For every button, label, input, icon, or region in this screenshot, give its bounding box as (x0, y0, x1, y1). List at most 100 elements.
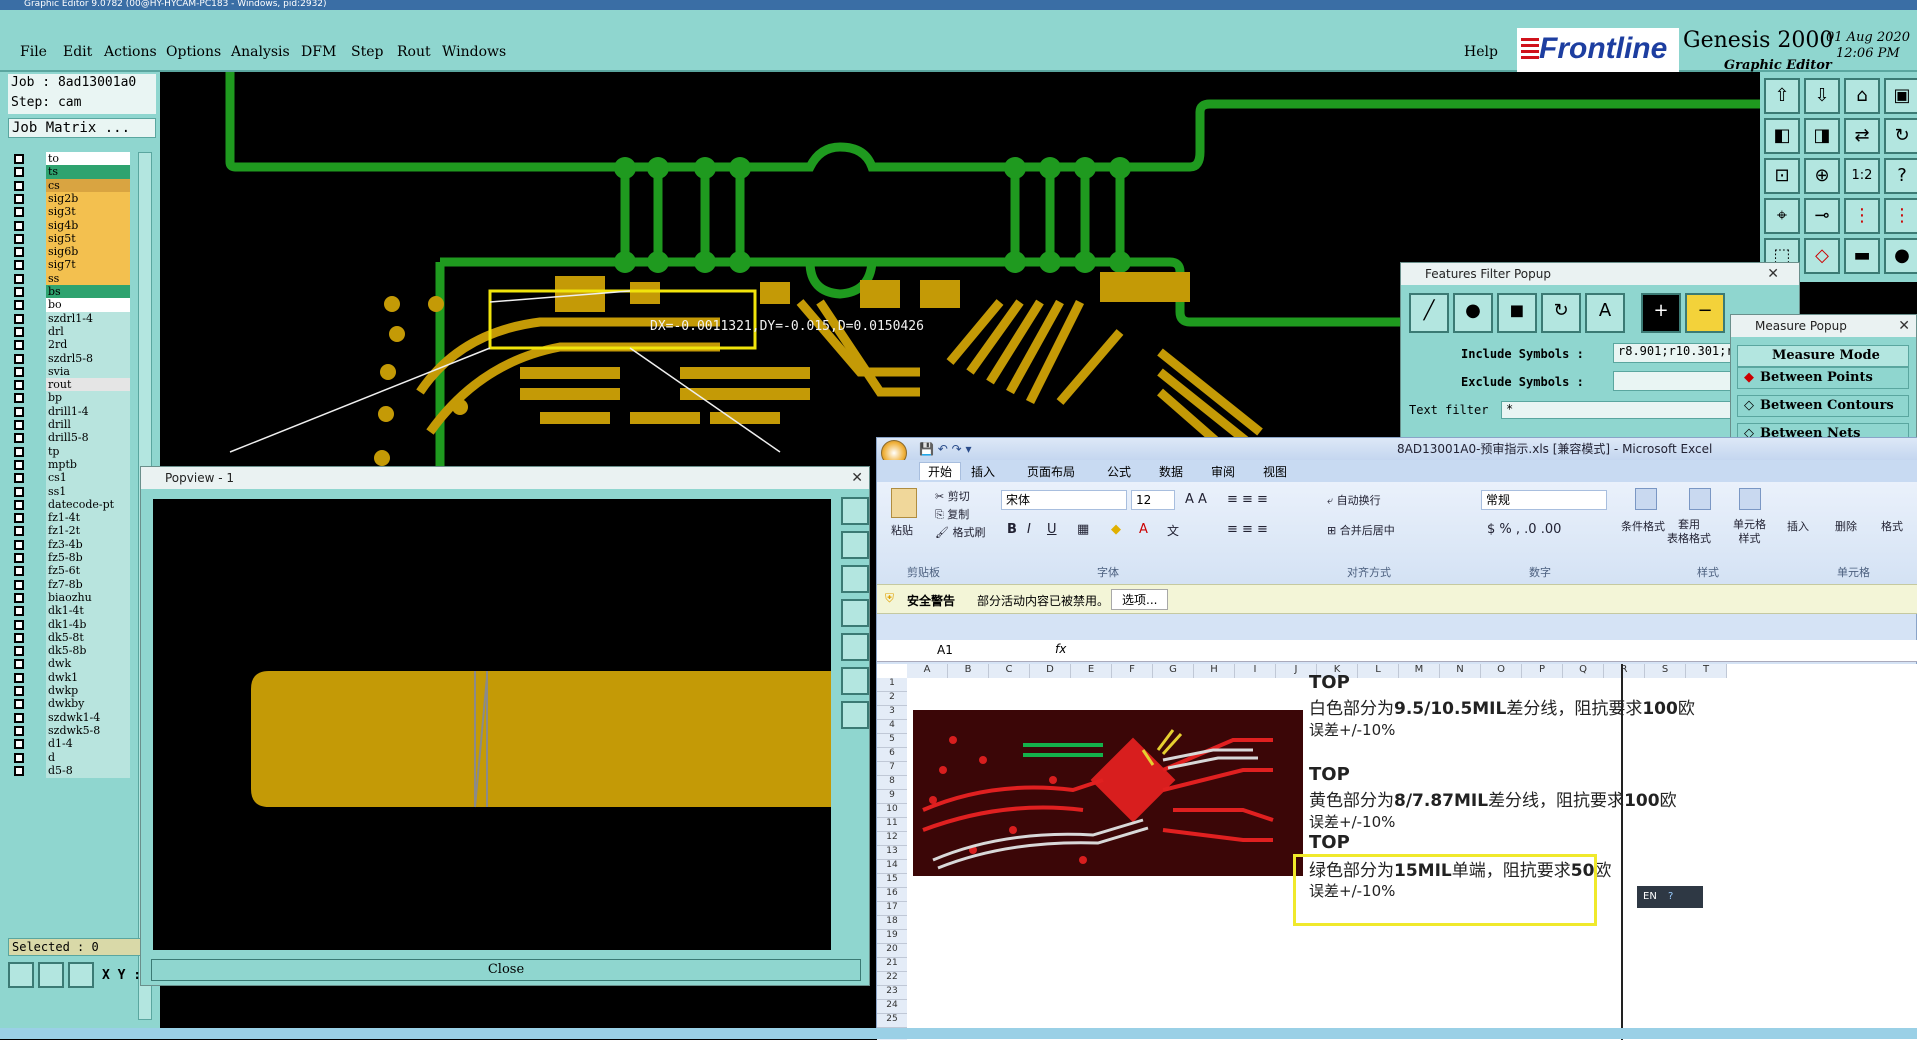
center-icon[interactable]: ⊕ (1804, 158, 1840, 194)
column-header[interactable]: C (989, 664, 1030, 678)
bar-icon[interactable]: ▬ (1844, 238, 1880, 274)
layer-checkbox[interactable] (14, 526, 24, 537)
menu-analysis[interactable]: Analysis (231, 44, 290, 60)
tab-data[interactable]: 数据 (1159, 463, 1183, 480)
pad-icon[interactable]: ● (1453, 293, 1493, 333)
row-header[interactable]: 19 (877, 930, 907, 944)
layer-checkbox[interactable] (14, 739, 24, 750)
layer-checkbox[interactable] (14, 300, 24, 311)
paste-label[interactable]: 粘贴 (891, 522, 913, 538)
layer-checkbox[interactable] (14, 380, 24, 391)
row-header[interactable]: 14 (877, 860, 907, 874)
grid-icon[interactable] (68, 962, 94, 988)
layer-row[interactable]: dk1-4t (10, 604, 130, 619)
pan-left-icon[interactable]: ◧ (1764, 118, 1800, 154)
layer-checkbox[interactable] (14, 180, 24, 191)
menu-rout[interactable]: Rout (397, 44, 431, 60)
layer-checkbox[interactable] (14, 646, 24, 657)
border-icon[interactable]: ▦ (1077, 522, 1089, 537)
font-color-icon[interactable]: A (1139, 522, 1148, 537)
layer-checkbox[interactable] (14, 619, 24, 630)
layer-row[interactable]: rout (10, 378, 130, 393)
layer-checkbox[interactable] (14, 592, 24, 603)
insert-cells-button[interactable]: 插入 (1787, 518, 1809, 534)
fill-color-icon[interactable]: ◆ (1111, 522, 1121, 537)
column-header[interactable]: P (1522, 664, 1563, 678)
layer-row[interactable]: ss1 (10, 484, 130, 499)
layer-checkbox[interactable] (14, 699, 24, 710)
layer-checkbox[interactable] (14, 513, 24, 524)
tab-page-layout[interactable]: 页面布局 (1027, 463, 1075, 480)
layer-checkbox[interactable] (14, 393, 24, 404)
name-box[interactable]: A1 (937, 643, 953, 657)
menu-edit[interactable]: Edit (63, 44, 92, 60)
align-top-icon[interactable]: ≡ ≡ ≡ (1227, 492, 1268, 507)
layer-row[interactable]: biaozhu (10, 590, 130, 605)
format-cells-button[interactable]: 格式 (1881, 518, 1903, 534)
format-painter-button[interactable]: 🖌 格式刷 (935, 524, 985, 540)
tab-home[interactable]: 开始 (919, 462, 962, 480)
layer-checkbox[interactable] (14, 154, 24, 164)
column-header[interactable]: O (1481, 664, 1522, 678)
layer-row[interactable]: dwk (10, 657, 130, 672)
layer-checkbox[interactable] (14, 233, 24, 244)
menu-help[interactable]: Help (1464, 44, 1498, 60)
layer-row[interactable]: sig2b (10, 191, 130, 206)
layer-row[interactable]: fz7-8b (10, 577, 130, 592)
row-header[interactable]: 15 (877, 874, 907, 888)
layer-row[interactable]: sig4b (10, 218, 130, 233)
row-header[interactable]: 24 (877, 1000, 907, 1014)
layer-row[interactable]: dk5-8b (10, 644, 130, 659)
between-contours-option[interactable]: ◇ Between Contours (1737, 395, 1909, 417)
menu-windows[interactable]: Windows (442, 44, 506, 60)
column-header[interactable]: N (1440, 664, 1481, 678)
column-header[interactable]: E (1071, 664, 1112, 678)
column-header[interactable]: S (1645, 664, 1686, 678)
menu-file[interactable]: File (20, 44, 47, 60)
layer-row[interactable]: tp (10, 444, 130, 459)
layer-row[interactable]: sig6b (10, 245, 130, 260)
column-header[interactable]: T (1686, 664, 1727, 678)
layer-row[interactable]: drill1-4 (10, 404, 130, 419)
redraw-icon[interactable]: ↻ (1884, 118, 1917, 154)
paste-icon[interactable] (891, 488, 917, 518)
layer-checkbox[interactable] (14, 686, 24, 696)
layer-row[interactable]: 2rd (10, 338, 130, 353)
layer-row[interactable]: drill (10, 418, 130, 432)
column-header[interactable]: B (948, 664, 989, 678)
layer-row[interactable]: sig3t (10, 205, 130, 220)
layer-row[interactable]: cs (10, 178, 130, 193)
pan-icon[interactable] (38, 962, 64, 988)
worksheet[interactable]: ABCDEFGHIJKLMNOPQRST 1 2 3 4 5 6 7 8 9 10 11 12 13 14… (877, 664, 1917, 1040)
layer-row[interactable]: ts (10, 165, 130, 180)
layer-checkbox[interactable] (14, 632, 24, 643)
layer-checkbox[interactable] (14, 193, 24, 204)
row-header[interactable]: 6 (877, 748, 907, 762)
delete-cells-button[interactable]: 删除 (1835, 518, 1857, 534)
security-options-button[interactable]: 选项... (1111, 589, 1169, 610)
popview-canvas[interactable] (151, 497, 833, 952)
layer-row[interactable]: fz5-6t (10, 564, 130, 579)
menu-dfm[interactable]: DFM (301, 44, 336, 60)
layer-checkbox[interactable] (14, 247, 24, 258)
layer-checkbox[interactable] (14, 353, 24, 364)
column-header[interactable]: L (1358, 664, 1399, 678)
layer-checkbox[interactable] (14, 579, 24, 590)
row-header[interactable]: 23 (877, 986, 907, 1000)
home-icon[interactable]: ⇧ (1764, 78, 1800, 114)
layer-checkbox[interactable] (14, 486, 24, 497)
tab-formulas[interactable]: 公式 (1107, 463, 1131, 480)
pv-left-icon[interactable] (841, 599, 869, 627)
column-header[interactable]: Q (1563, 664, 1604, 678)
layer-row[interactable]: fz1-2t (10, 524, 130, 539)
draw-icon[interactable]: ◇ (1804, 238, 1840, 274)
layer-checkbox[interactable] (14, 326, 24, 337)
layer-checkbox[interactable] (14, 459, 24, 470)
layer-row[interactable]: fz3-4b (10, 537, 130, 552)
row-header[interactable]: 3 (877, 706, 907, 720)
layer-checkbox[interactable] (14, 606, 24, 617)
text-icon[interactable]: A (1585, 293, 1625, 333)
column-header[interactable]: I (1235, 664, 1276, 678)
split-icon[interactable]: ⇄ (1844, 118, 1880, 154)
row-header[interactable]: 2 (877, 692, 907, 706)
